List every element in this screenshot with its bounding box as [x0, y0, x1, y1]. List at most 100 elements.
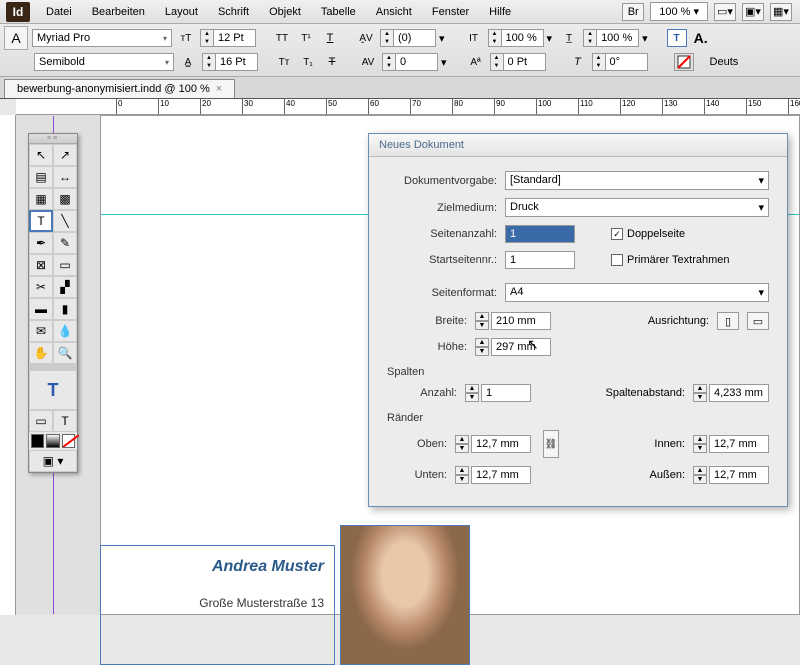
menu-fenster[interactable]: Fenster: [422, 2, 479, 22]
close-tab-icon[interactable]: ×: [216, 83, 222, 95]
view-options-icon[interactable]: ▭▾: [714, 3, 736, 21]
font-size-input[interactable]: 12 Pt: [214, 29, 256, 47]
document-tab[interactable]: bewerbung-anonymisiert.indd @ 100 % ×: [4, 79, 235, 98]
outer-input[interactable]: [709, 466, 769, 484]
vertical-ruler[interactable]: [0, 115, 16, 615]
zoom-level[interactable]: 100 % ▾: [650, 2, 708, 21]
direct-selection-tool[interactable]: ↗: [53, 144, 77, 166]
subscript-icon[interactable]: T₁: [298, 53, 318, 71]
menu-bearbeiten[interactable]: Bearbeiten: [82, 2, 155, 22]
top-input[interactable]: [471, 435, 531, 453]
pages-input[interactable]: [505, 225, 575, 243]
underline-icon[interactable]: T: [320, 29, 340, 47]
allcaps-icon[interactable]: TT: [272, 29, 292, 47]
width-input[interactable]: [491, 312, 551, 330]
text-frame[interactable]: Andrea Muster Große Musterstraße 13: [100, 545, 335, 665]
font-family-select[interactable]: Myriad Pro▾: [32, 29, 172, 47]
eyedropper-tool[interactable]: 💧: [53, 320, 77, 342]
menu-objekt[interactable]: Objekt: [259, 2, 311, 22]
hand-tool[interactable]: ✋: [29, 342, 53, 364]
top-spinner[interactable]: ▲▼: [455, 435, 469, 453]
formatting-container-icon[interactable]: ▭: [29, 410, 53, 432]
type-tool[interactable]: T: [29, 210, 53, 232]
outer-spinner[interactable]: ▲▼: [693, 466, 707, 484]
superscript-icon[interactable]: T¹: [296, 29, 316, 47]
height-spinner[interactable]: ▲▼: [475, 338, 489, 356]
gutter-spinner[interactable]: ▲▼: [693, 384, 707, 402]
horizontal-ruler[interactable]: 0102030405060708090100110120130140150160…: [16, 99, 800, 115]
pen-tool[interactable]: ✒: [29, 232, 53, 254]
formatting-text-icon[interactable]: T: [53, 410, 77, 432]
primary-checkbox[interactable]: Primärer Textrahmen: [611, 254, 730, 266]
start-input[interactable]: [505, 251, 575, 269]
height-input[interactable]: [491, 338, 551, 356]
colcount-spinner[interactable]: ▲▼: [465, 384, 479, 402]
page-tool[interactable]: ▤: [29, 166, 53, 188]
intent-select[interactable]: Druck▾: [505, 198, 769, 217]
apply-color-icon[interactable]: [31, 434, 44, 448]
leading-input[interactable]: 16 Pt: [216, 53, 258, 71]
inner-spinner[interactable]: ▲▼: [693, 435, 707, 453]
panel-grip[interactable]: [29, 134, 77, 144]
fill-stroke-proxy[interactable]: T: [29, 370, 77, 410]
portrait-icon[interactable]: ▯: [717, 312, 739, 330]
apply-gradient-icon[interactable]: [46, 434, 59, 448]
character-format-icon[interactable]: A.: [691, 29, 711, 47]
skew-input[interactable]: 0°: [606, 53, 648, 71]
arrange-icon[interactable]: ▦▾: [770, 3, 792, 21]
menu-ansicht[interactable]: Ansicht: [366, 2, 422, 22]
tracking-spinner[interactable]: ▲▼: [382, 53, 396, 71]
view-mode-toggle[interactable]: ▣ ▾: [29, 450, 77, 472]
strikethrough-icon[interactable]: T: [322, 53, 342, 71]
content-collector-tool[interactable]: ▦: [29, 188, 53, 210]
menu-schrift[interactable]: Schrift: [208, 2, 259, 22]
applicant-photo[interactable]: [340, 525, 470, 665]
smallcaps-icon[interactable]: Tᴛ: [274, 53, 294, 71]
menu-datei[interactable]: Datei: [36, 2, 82, 22]
apply-none-icon[interactable]: [62, 434, 75, 448]
menu-tabelle[interactable]: Tabelle: [311, 2, 366, 22]
inner-input[interactable]: [709, 435, 769, 453]
colcount-input[interactable]: [481, 384, 531, 402]
note-tool[interactable]: ✉: [29, 320, 53, 342]
baseline-spinner[interactable]: ▲▼: [490, 53, 504, 71]
scissors-tool[interactable]: ✂: [29, 276, 53, 298]
baseline-input[interactable]: 0 Pt: [504, 53, 546, 71]
selection-tool[interactable]: ↖: [29, 144, 53, 166]
kerning-input[interactable]: (0): [394, 29, 436, 47]
bottom-spinner[interactable]: ▲▼: [455, 466, 469, 484]
kerning-spinner[interactable]: ▲▼: [380, 29, 394, 47]
facing-checkbox[interactable]: ✓Doppelseite: [611, 228, 685, 240]
bottom-input[interactable]: [471, 466, 531, 484]
preset-select[interactable]: [Standard]▾: [505, 171, 769, 190]
gradient-swatch-tool[interactable]: ▬: [29, 298, 53, 320]
gap-tool[interactable]: ↔: [53, 166, 77, 188]
stroke-none-icon[interactable]: [674, 53, 694, 71]
screen-mode-icon[interactable]: ▣▾: [742, 3, 764, 21]
free-transform-tool[interactable]: ▞: [53, 276, 77, 298]
hscale-spinner[interactable]: ▲▼: [583, 29, 597, 47]
font-weight-select[interactable]: Semibold▾: [34, 53, 174, 71]
zoom-tool[interactable]: 🔍: [53, 342, 77, 364]
gradient-feather-tool[interactable]: ▮: [53, 298, 77, 320]
hscale-input[interactable]: 100 %: [597, 29, 639, 47]
link-margins-icon[interactable]: ⛓: [543, 430, 559, 458]
leading-spinner[interactable]: ▲▼: [202, 53, 216, 71]
font-size-spinner[interactable]: ▲▼: [200, 29, 214, 47]
line-tool[interactable]: ╲: [53, 210, 77, 232]
landscape-icon[interactable]: ▭: [747, 312, 769, 330]
pencil-tool[interactable]: ✎: [53, 232, 77, 254]
character-mode-icon[interactable]: A: [4, 26, 28, 50]
pageformat-select[interactable]: A4▾: [505, 283, 769, 302]
vscale-spinner[interactable]: ▲▼: [488, 29, 502, 47]
rectangle-tool[interactable]: ▭: [53, 254, 77, 276]
width-spinner[interactable]: ▲▼: [475, 312, 489, 330]
fill-text-icon[interactable]: T: [667, 29, 687, 47]
gutter-input[interactable]: [709, 384, 769, 402]
bridge-icon[interactable]: Br: [622, 3, 644, 21]
tracking-input[interactable]: 0: [396, 53, 438, 71]
rectangle-frame-tool[interactable]: ⊠: [29, 254, 53, 276]
vscale-input[interactable]: 100 %: [502, 29, 544, 47]
content-placer-tool[interactable]: ▩: [53, 188, 77, 210]
menu-hilfe[interactable]: Hilfe: [479, 2, 521, 22]
